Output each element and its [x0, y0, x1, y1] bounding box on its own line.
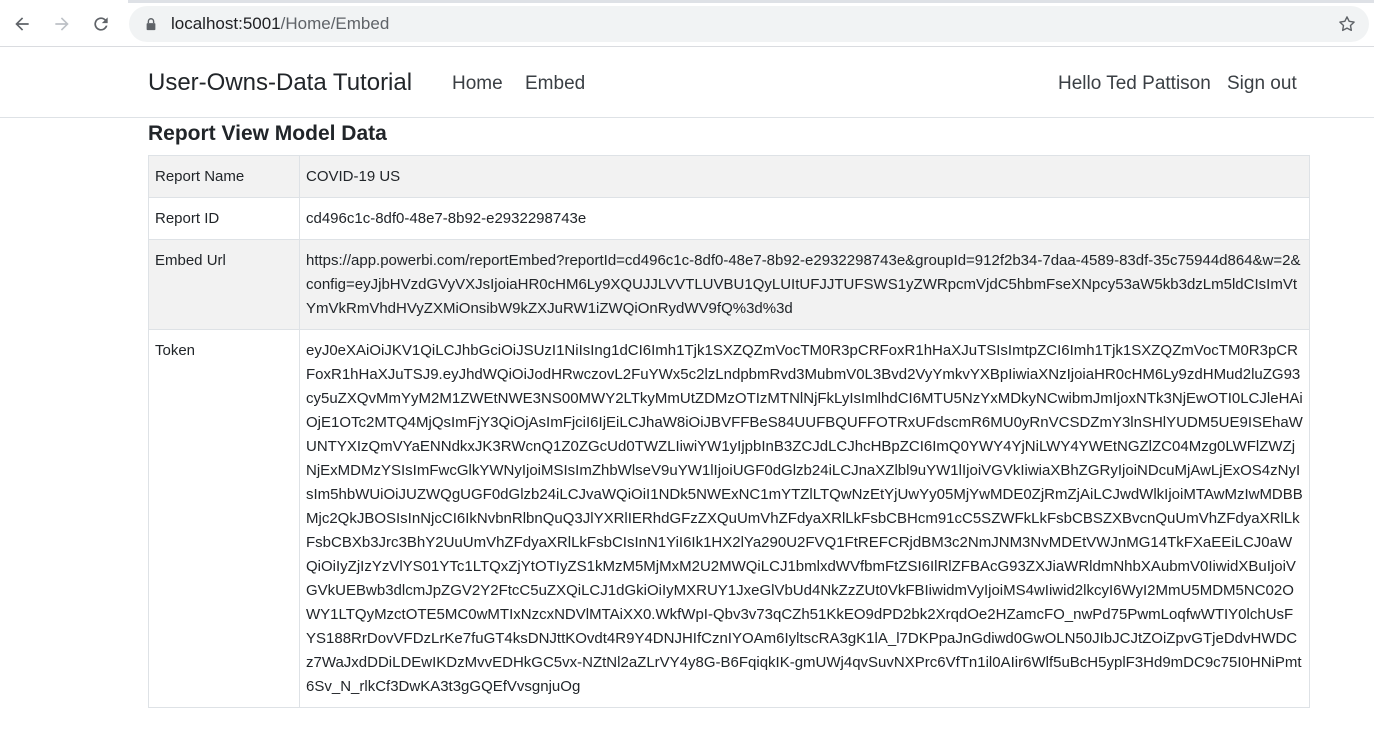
brand-link[interactable]: User-Owns-Data Tutorial: [148, 69, 412, 97]
main-content: Report View Model Data Report Name COVID…: [148, 119, 1310, 708]
back-button[interactable]: [2, 4, 42, 44]
reload-icon: [94, 17, 108, 31]
url-host: localhost:5001: [171, 14, 281, 33]
user-greeting: Hello Ted Pattison: [1058, 73, 1211, 94]
reload-button[interactable]: [81, 4, 121, 44]
lock-icon: [143, 16, 159, 32]
arrow-right-icon: [55, 17, 69, 31]
active-tab-edge: [0, 0, 128, 3]
embed-url-value: https://app.powerbi.com/reportEmbed?repo…: [299, 239, 1310, 330]
browser-toolbar: localhost:5001/Home/Embed: [0, 0, 1374, 47]
row-label: Embed Url: [148, 239, 300, 330]
nav-embed-link[interactable]: Embed: [525, 73, 585, 95]
table-row: Token eyJ0eXAiOiJKV1QiLCJhbGciOiJSUzI1Ni…: [148, 329, 1310, 708]
table-row: Report Name COVID-19 US: [148, 155, 1310, 198]
report-name-value: COVID-19 US: [299, 155, 1310, 198]
page-title: Report View Model Data: [148, 122, 387, 145]
bookmark-star-icon[interactable]: [1337, 14, 1357, 34]
table-row: Report ID cd496c1c-8df0-48e7-8b92-e29322…: [148, 197, 1310, 240]
url-path: /Home/Embed: [280, 14, 390, 33]
address-url: localhost:5001/Home/Embed: [171, 14, 389, 34]
table-row: Embed Url https://app.powerbi.com/report…: [148, 239, 1310, 330]
nav-home-link[interactable]: Home: [452, 73, 503, 95]
report-data-table: Report Name COVID-19 US Report ID cd496c…: [148, 155, 1310, 708]
forward-button[interactable]: [42, 4, 82, 44]
tab-strip: [0, 0, 1374, 3]
row-label: Report Name: [148, 155, 300, 198]
sign-out-link[interactable]: Sign out: [1227, 73, 1297, 95]
arrow-left-icon: [15, 17, 29, 31]
report-id-value: cd496c1c-8df0-48e7-8b92-e2932298743e: [299, 197, 1310, 240]
site-navbar: User-Owns-Data Tutorial Home Embed Hello…: [0, 47, 1374, 118]
row-label: Report ID: [148, 197, 300, 240]
token-value: eyJ0eXAiOiJKV1QiLCJhbGciOiJSUzI1NiIsIng1…: [299, 329, 1310, 708]
address-bar[interactable]: localhost:5001/Home/Embed: [129, 6, 1369, 42]
row-label: Token: [148, 329, 300, 708]
